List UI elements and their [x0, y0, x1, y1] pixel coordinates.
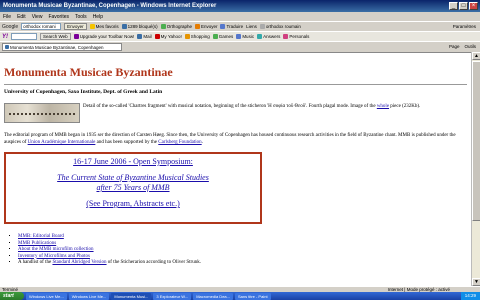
google-label: Google	[2, 23, 19, 30]
chartres-fragment-image	[4, 103, 80, 123]
figure-row: Detail of the so-called 'Chartres fragme…	[4, 103, 467, 123]
menu-favorites[interactable]: Favorites	[48, 14, 69, 20]
menu-help[interactable]: Help	[93, 14, 103, 20]
taskbar-button[interactable]: Macromedia Dea...	[193, 292, 233, 300]
personals-icon	[283, 34, 289, 39]
yahoo-search-input[interactable]	[11, 33, 37, 40]
scroll-thumb[interactable]	[472, 61, 480, 221]
page-menu[interactable]: Page	[449, 44, 460, 49]
star-icon	[89, 24, 95, 29]
menubar: File Edit View Favorites Tools Help	[0, 12, 480, 21]
yahoo-item-games[interactable]: Games	[212, 34, 233, 39]
yahoo-toolbar: Y! Search Web Upgrade your Toolbar Now! …	[0, 31, 480, 41]
yahoo-item-mail[interactable]: Mail	[137, 34, 152, 39]
yahoo-item-myyahoo[interactable]: My Yahoo!	[154, 34, 182, 39]
popup-blocker-icon	[121, 24, 127, 29]
taskbar-button[interactable]: Windows Live Me...	[68, 292, 110, 300]
google-item-translate[interactable]: Traduire	[220, 24, 243, 29]
standard-abridged-link[interactable]: Standard Abridged Version	[52, 260, 106, 265]
google-item-links[interactable]: Liens	[246, 24, 257, 29]
taskbar-button[interactable]: Windows Live Me...	[26, 292, 67, 300]
window-title: Monumenta Musicae Byzantinae, Copenhagen…	[3, 3, 217, 9]
yahoo-item-upgrade[interactable]: Upgrade your Toolbar Now!	[73, 34, 134, 39]
answers-icon	[257, 34, 263, 39]
spellcheck-icon	[160, 24, 166, 29]
links-list: MMB: Editorial Board MMB Publications Ab…	[18, 234, 467, 267]
page-subtitle: University of Copenhagen, Saxo Institute…	[4, 89, 163, 95]
yahoo-item-shopping[interactable]: Shopping	[184, 34, 210, 39]
symposium-program-link[interactable]: (See Program, Abstracts etc.)	[6, 199, 260, 208]
page-title: Monumenta Musicae Byzantinae	[4, 65, 173, 79]
figure-caption: Detail of the so-called 'Chartres fragme…	[83, 104, 421, 109]
google-toolbar: Google orthodox romani Envoyer Mes favor…	[0, 21, 480, 31]
shopping-icon	[184, 34, 190, 39]
scroll-down-arrow[interactable]: ▼	[472, 278, 480, 286]
minimize-button[interactable]: _	[449, 2, 458, 10]
yahoo-item-personals[interactable]: Personals	[283, 34, 309, 39]
menu-tools[interactable]: Tools	[75, 14, 87, 20]
menu-file[interactable]: File	[3, 14, 11, 20]
music-icon	[236, 34, 242, 39]
editorial-board-link[interactable]: MMB: Editorial Board	[18, 234, 64, 239]
taskbar: start Windows Live Me... Windows Live Me…	[0, 292, 480, 300]
tab-monumenta[interactable]: Monumenta Musicae Byzantinae, Copenhagen	[2, 42, 122, 51]
page-content: Monumenta Musicae Byzantinae University …	[0, 52, 471, 286]
google-search-input[interactable]: orthodox romani	[21, 23, 62, 30]
taskbar-button[interactable]: 3 Explorateur W...	[153, 292, 192, 300]
system-clock: 14:29	[460, 292, 480, 300]
carlsberg-link[interactable]: Carlsberg Foundation	[158, 140, 201, 145]
taskbar-button[interactable]: Monumenta Musi...	[111, 292, 152, 300]
google-item-favorites[interactable]: Mes favoris	[89, 24, 119, 29]
yahoo-search-button[interactable]: Search Web	[40, 33, 71, 40]
intro-paragraph: The editorial program of MMB began in 19…	[4, 133, 456, 145]
yahoo-item-music[interactable]: Music	[236, 34, 254, 39]
menu-view[interactable]: View	[32, 14, 43, 20]
tools-menu[interactable]: Outils	[464, 44, 476, 49]
yahoo-logo[interactable]: Y!	[2, 34, 8, 40]
tab-bar: Monumenta Musicae Byzantinae, Copenhagen…	[0, 41, 480, 51]
mail-icon	[137, 34, 143, 39]
symposium-title-link[interactable]: The Current State of Byzantine Musical S…	[6, 173, 260, 193]
whole-image-link[interactable]: whole	[377, 104, 389, 109]
publications-link[interactable]: MMB Publications	[18, 241, 56, 246]
google-item-send[interactable]: Envoyer	[194, 24, 217, 29]
start-button[interactable]: start	[0, 292, 24, 300]
my-yahoo-icon	[154, 34, 160, 39]
google-item-spell[interactable]: Orthographe	[160, 24, 192, 29]
send-icon	[194, 24, 200, 29]
google-item-settings[interactable]: Paramètres	[453, 24, 480, 29]
vertical-scrollbar[interactable]: ▲ ▼	[471, 52, 480, 286]
taskbar-button[interactable]: Sans titre - Paint	[234, 292, 271, 300]
symposium-box: 16-17 June 2006 - Open Symposium: The Cu…	[4, 152, 262, 224]
games-icon	[212, 34, 218, 39]
symposium-date-link[interactable]: 16-17 June 2006 - Open Symposium:	[6, 157, 260, 166]
inventory-link[interactable]: Inventory of Microfilms and Photos	[18, 254, 90, 259]
translate-icon	[220, 24, 226, 29]
list-item: A handlist of the Standard Abridged Vers…	[18, 260, 467, 267]
menu-edit[interactable]: Edit	[17, 14, 26, 20]
google-item-orthodox[interactable]: orthodox roumain	[259, 24, 301, 29]
scroll-up-arrow[interactable]: ▲	[472, 52, 480, 60]
close-button[interactable]: ×	[469, 2, 478, 10]
google-send-button[interactable]: Envoyer	[64, 23, 87, 30]
yahoo-item-answers[interactable]: Answers	[257, 34, 280, 39]
window-titlebar: Monumenta Musicae Byzantinae, Copenhagen…	[0, 0, 480, 12]
google-item-popups[interactable]: 1289 bloqué(s)	[121, 24, 158, 29]
upgrade-icon	[73, 34, 79, 39]
uai-link[interactable]: Union Académique Internationale	[28, 140, 96, 145]
divider	[4, 84, 467, 85]
search-icon	[259, 24, 265, 29]
microfilm-collection-link[interactable]: About the MMB microfilm collection	[18, 247, 94, 252]
maximize-button[interactable]: □	[459, 2, 468, 10]
